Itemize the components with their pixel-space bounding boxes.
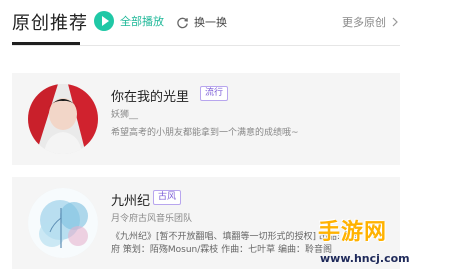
more-original-label: 更多原创 bbox=[342, 16, 386, 29]
play-all-button[interactable]: 全部播放 bbox=[94, 11, 164, 31]
artist-name[interactable]: 月令府古风音乐团队 bbox=[111, 211, 192, 224]
watercolor-image bbox=[28, 188, 98, 258]
more-original-link[interactable]: 更多原创 bbox=[342, 14, 398, 30]
song-card[interactable]: 九州纪 古风 月令府古风音乐团队 《九州纪》[暂不开放翻唱、填翻等一切形式的授权… bbox=[12, 177, 400, 269]
play-all-label: 全部播放 bbox=[120, 15, 164, 28]
refresh-icon bbox=[177, 17, 188, 28]
portrait-image bbox=[28, 84, 98, 154]
genre-tag: 流行 bbox=[200, 86, 229, 101]
album-cover[interactable] bbox=[28, 188, 98, 258]
song-credits: 府 策划：陌殇Mosun/霖枝 作曲：七叶草 编曲：聆音阁 bbox=[111, 245, 332, 255]
header-divider bbox=[12, 45, 400, 46]
chevron-right-icon bbox=[392, 17, 398, 27]
album-cover[interactable] bbox=[28, 84, 98, 154]
section-header: 原创推荐 全部播放 换一换 更多原创 bbox=[0, 0, 450, 46]
refresh-label: 换一换 bbox=[194, 16, 227, 29]
song-description: 《九州纪》[暂不开放翻唱、填翻等一切形式的授权] 出品: 月令 bbox=[111, 232, 361, 242]
song-title[interactable]: 你在我的光里 bbox=[111, 86, 189, 105]
play-icon bbox=[94, 11, 114, 31]
refresh-button[interactable]: 换一换 bbox=[176, 14, 227, 30]
song-description: 希望高考的小朋友都能拿到一个满意的成绩哦~ bbox=[111, 128, 299, 138]
genre-tag: 古风 bbox=[153, 190, 182, 205]
section-title: 原创推荐 bbox=[12, 13, 88, 34]
song-title[interactable]: 九州纪 bbox=[111, 190, 150, 209]
song-card[interactable]: 你在我的光里 流行 妖狮__ 希望高考的小朋友都能拿到一个满意的成绩哦~ bbox=[12, 73, 400, 165]
artist-name[interactable]: 妖狮__ bbox=[111, 107, 138, 120]
